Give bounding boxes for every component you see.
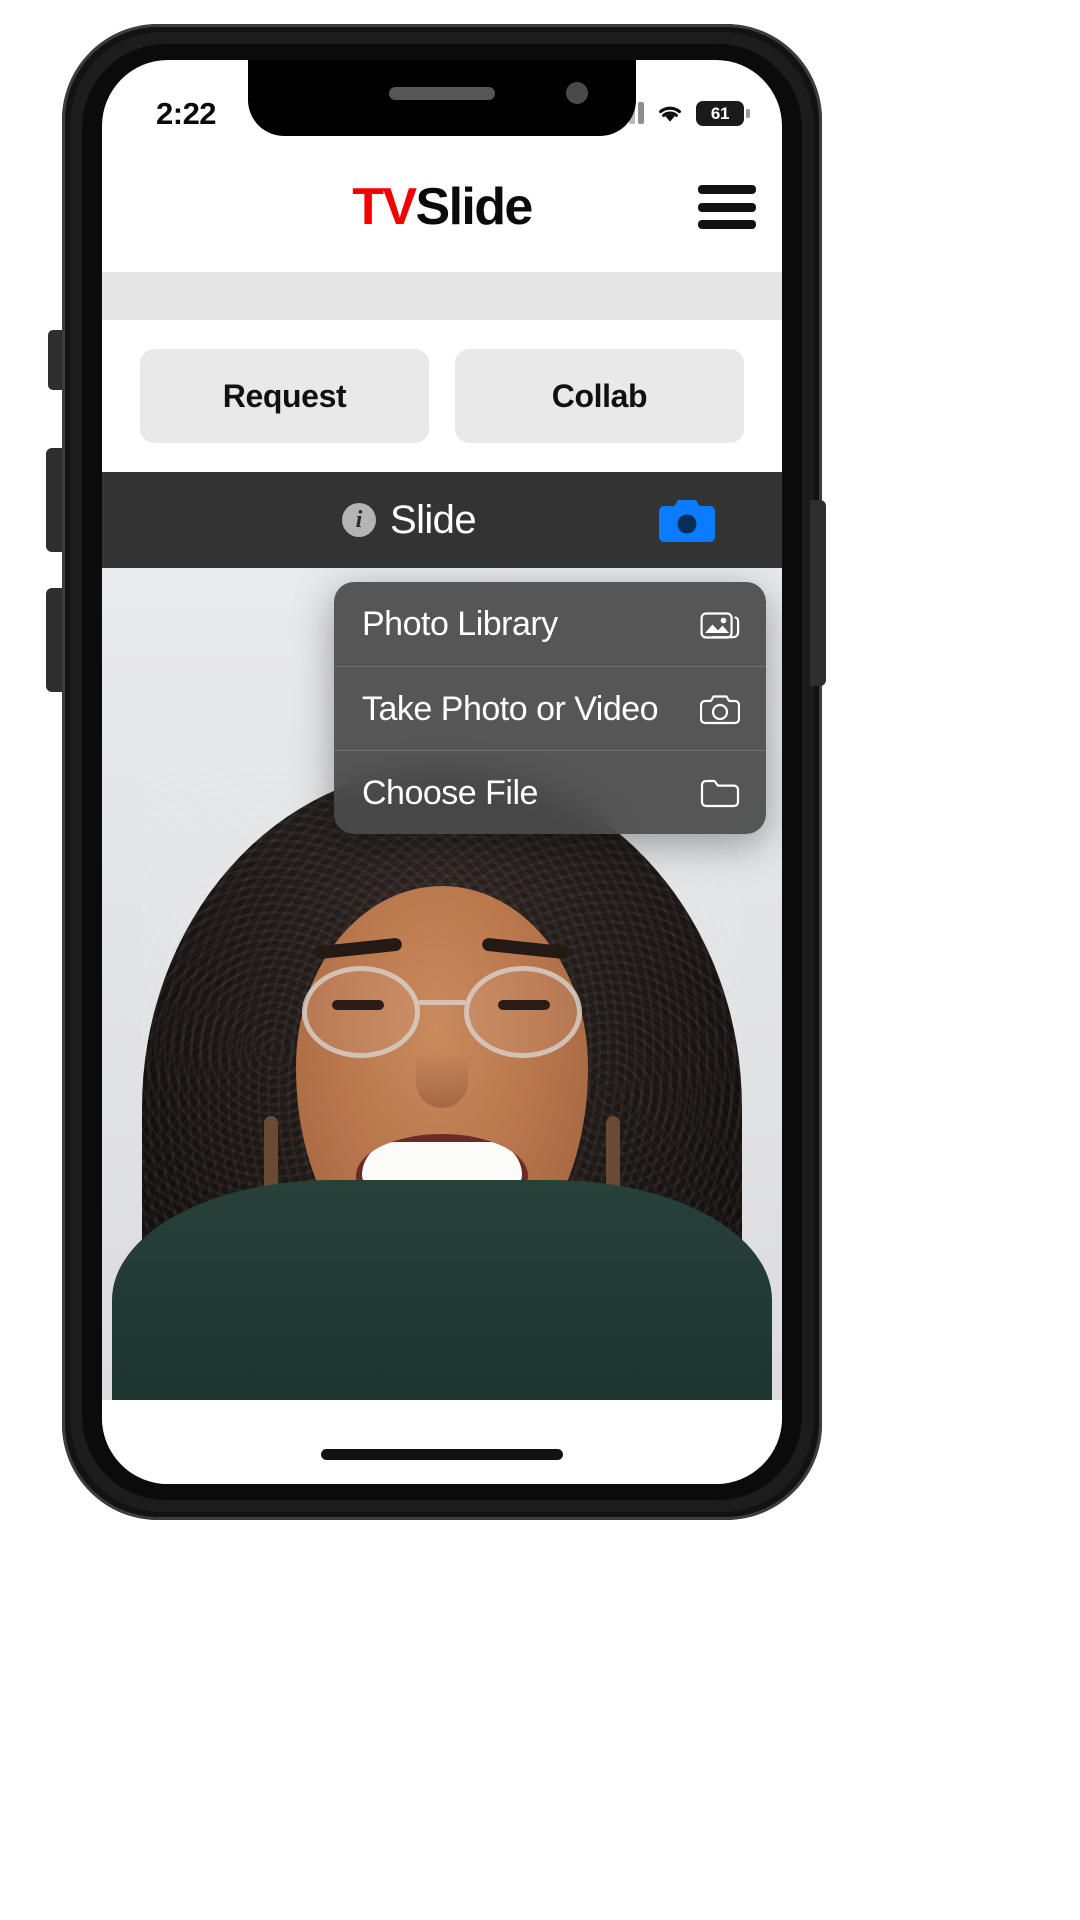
- screenshot-stage: 2:22 61 TVSlide Request Collab i Slide P…: [0, 0, 1080, 1920]
- phone-screen: 2:22 61 TVSlide Request Collab i Slide P…: [102, 60, 782, 1484]
- action-sheet-label: Take Photo or Video: [362, 689, 659, 728]
- portrait-eye-right: [498, 1000, 550, 1010]
- home-indicator[interactable]: [321, 1449, 563, 1460]
- slide-label-group: i Slide: [102, 500, 656, 540]
- photo-library-icon: [698, 602, 742, 646]
- phone-volume-down-button[interactable]: [46, 588, 62, 692]
- portrait-shirt: [112, 1180, 772, 1400]
- action-sheet-label: Photo Library: [362, 605, 558, 643]
- status-time: 2:22: [156, 95, 217, 131]
- portrait-glasses-bridge: [418, 1000, 466, 1005]
- portrait-glasses-right: [464, 966, 582, 1058]
- portrait-eye-left: [332, 1000, 384, 1010]
- wifi-icon: [659, 106, 681, 122]
- action-sheet-label: Choose File: [362, 773, 538, 812]
- camera-outline-icon: [698, 687, 742, 731]
- phone-volume-up-button[interactable]: [46, 448, 62, 552]
- earpiece-speaker: [389, 87, 495, 100]
- portrait-nose: [416, 1054, 468, 1108]
- phone-mute-switch[interactable]: [48, 330, 62, 390]
- battery-icon: 61: [696, 100, 750, 126]
- slide-label: Slide: [390, 498, 477, 542]
- battery-cap: [746, 108, 750, 118]
- collab-button[interactable]: Collab: [455, 349, 744, 443]
- portrait-glasses-left: [302, 966, 420, 1058]
- app-logo: TVSlide: [352, 178, 533, 236]
- info-icon[interactable]: i: [342, 503, 377, 537]
- screen-bottom-area: [102, 1400, 782, 1484]
- app-header: TVSlide: [102, 142, 782, 272]
- phone-power-button[interactable]: [810, 500, 826, 686]
- action-button-row: Request Collab: [102, 320, 782, 472]
- folder-icon: [698, 771, 742, 815]
- request-button[interactable]: Request: [140, 349, 429, 443]
- action-sheet-item-choose-file[interactable]: Choose File: [334, 750, 766, 834]
- app-logo-slide: Slide: [415, 178, 533, 236]
- phone-notch: [248, 60, 636, 136]
- slide-toolbar: i Slide: [102, 472, 782, 568]
- battery-level-label: 61: [710, 103, 730, 123]
- header-divider-strip: [102, 272, 782, 320]
- front-camera-icon: [566, 82, 588, 104]
- hamburger-menu-icon[interactable]: [698, 185, 756, 229]
- camera-icon[interactable]: [656, 490, 718, 550]
- media-source-action-sheet: Photo Library Take Photo or Video Choose…: [334, 582, 766, 834]
- app-logo-tv: TV: [352, 178, 417, 236]
- action-sheet-item-photo-library[interactable]: Photo Library: [334, 582, 766, 666]
- photo-preview[interactable]: Photo Library Take Photo or Video Choose…: [102, 568, 782, 1400]
- action-sheet-item-take-photo[interactable]: Take Photo or Video: [334, 666, 766, 750]
